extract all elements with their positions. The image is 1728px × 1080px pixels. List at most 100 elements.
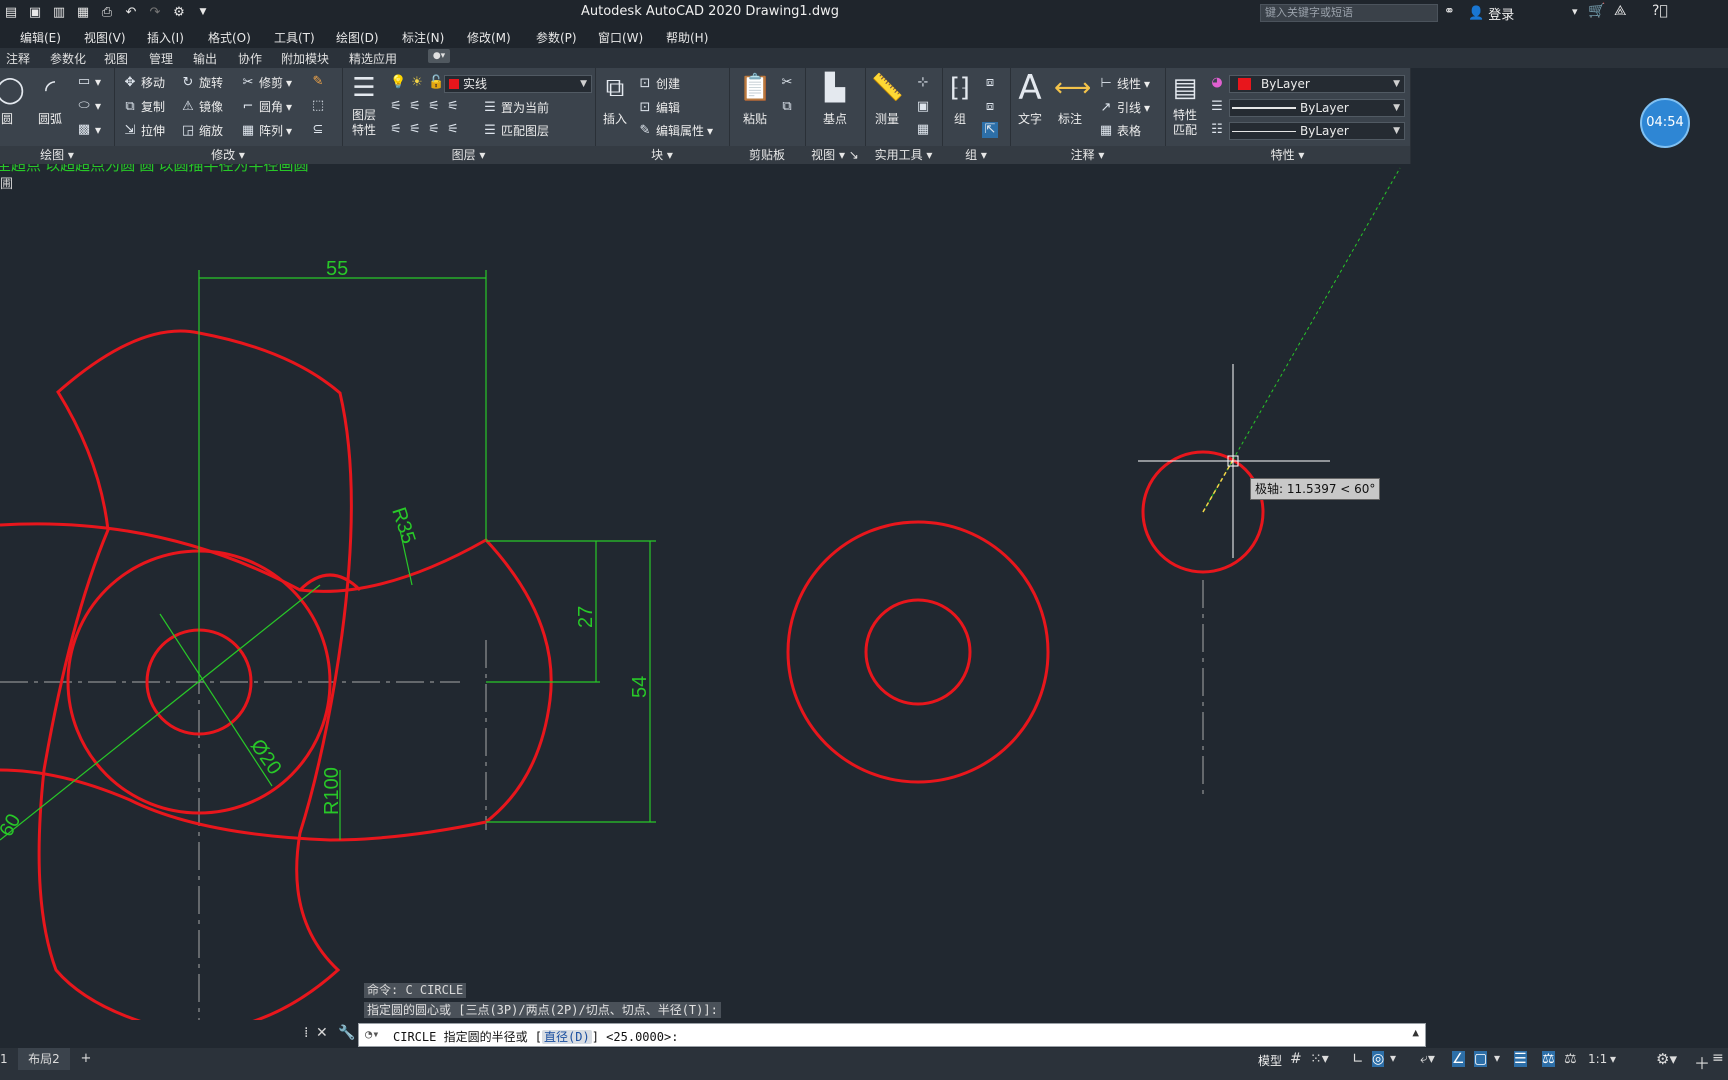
lineweight-display-icon[interactable]: ☰: [1514, 1051, 1527, 1067]
edit-attributes-button[interactable]: ✎ 编辑属性 ▾: [637, 122, 714, 139]
rectangle-icon[interactable]: ▭ ▾: [76, 74, 101, 90]
groups-panel-label[interactable]: 组 ▾: [942, 146, 1010, 164]
paste-label[interactable]: 粘贴: [739, 110, 771, 127]
login-button[interactable]: 👤 登录: [1468, 4, 1514, 23]
tab-view[interactable]: 视图: [104, 50, 128, 67]
object-snap-icon[interactable]: ▢: [1474, 1051, 1488, 1067]
leader-button[interactable]: ↗ 引线 ▾: [1098, 99, 1151, 116]
trim-button[interactable]: ✂ 修剪 ▾: [240, 74, 293, 91]
menu-tools[interactable]: 工具(T): [274, 29, 315, 46]
stretch-button[interactable]: ⇲ 拉伸: [122, 122, 165, 139]
annotation-scale[interactable]: 1:1: [1588, 1052, 1607, 1066]
menu-parameters[interactable]: 参数(P): [536, 29, 577, 46]
dimension-label[interactable]: 标注: [1054, 110, 1086, 127]
group-icon[interactable]: ⁅⁆: [944, 72, 976, 104]
group-edit-icon[interactable]: ⧈: [982, 99, 998, 115]
match-properties-icon[interactable]: ▤: [1169, 72, 1201, 104]
measure-label[interactable]: 测量: [871, 110, 903, 127]
tab-addins[interactable]: 附加模块: [281, 50, 329, 67]
layer-properties-icon[interactable]: ☰: [348, 72, 380, 104]
properties-panel-label[interactable]: 特性 ▾: [1165, 146, 1410, 164]
ungroup-icon[interactable]: ⧈: [982, 75, 998, 91]
annotation-visibility-icon[interactable]: ⚖: [1542, 1051, 1555, 1067]
menu-help[interactable]: 帮助(H): [666, 29, 708, 46]
scale-button[interactable]: ◲ 缩放: [180, 122, 223, 139]
fillet-button[interactable]: ⌐ 圆角 ▾: [240, 98, 293, 115]
diameter-option[interactable]: 直径(D): [542, 1030, 592, 1044]
erase-icon[interactable]: ✎: [310, 74, 326, 90]
create-block-button[interactable]: ⊡ 创建: [637, 75, 680, 92]
linetype-icon[interactable]: ☷: [1209, 122, 1225, 138]
text-icon[interactable]: A: [1014, 71, 1046, 105]
match-properties-label[interactable]: 特性 匹配: [1169, 108, 1201, 138]
edit-block-button[interactable]: ⊡ 编辑: [637, 99, 680, 116]
ellipse-icon[interactable]: ⬭ ▾: [76, 98, 101, 114]
menu-view[interactable]: 视图(V): [84, 29, 126, 46]
group-label[interactable]: 组: [944, 110, 976, 127]
cart-icon[interactable]: 🛒: [1588, 3, 1605, 19]
tab-annotate[interactable]: 注释: [6, 50, 30, 67]
group-select-icon[interactable]: ⇱: [982, 122, 998, 138]
block-panel-label[interactable]: 块 ▾: [595, 146, 729, 164]
customize-wrench-icon[interactable]: 🔧: [338, 1025, 355, 1041]
menu-format[interactable]: 格式(O): [208, 29, 251, 46]
array-button[interactable]: ▦ 阵列 ▾: [240, 122, 292, 139]
grid-icon[interactable]: #: [1290, 1051, 1302, 1067]
text-label[interactable]: 文字: [1014, 110, 1046, 127]
login-dropdown-icon[interactable]: ▾: [1572, 5, 1578, 18]
help-icon[interactable]: ?⃝: [1652, 3, 1668, 19]
explode-icon[interactable]: ⬚: [310, 98, 326, 114]
lineweight-dropdown[interactable]: ByLayer ▼: [1229, 99, 1405, 117]
recent-commands-icon[interactable]: ◔▾: [365, 1027, 379, 1041]
clipboard-panel-label[interactable]: 剪贴板: [729, 146, 805, 164]
hatch-icon[interactable]: ▩ ▾: [76, 122, 101, 138]
select-all-icon[interactable]: ▣: [915, 99, 931, 115]
object-snap-tracking-icon[interactable]: ∠: [1452, 1051, 1465, 1067]
osnap-dropdown-icon[interactable]: ▾: [1494, 1051, 1500, 1065]
layers-panel-label[interactable]: 图层 ▾: [342, 146, 595, 164]
tab-parametric[interactable]: 参数化: [50, 50, 86, 67]
scale-dropdown-icon[interactable]: ▾: [1610, 1052, 1616, 1066]
arc-icon[interactable]: ◜: [34, 74, 66, 106]
match-layer-button[interactable]: ☰ 匹配图层: [482, 122, 549, 139]
utilities-panel-label[interactable]: 实用工具 ▾: [865, 146, 942, 164]
rotate-button[interactable]: ↻ 旋转: [180, 74, 223, 91]
menu-insert[interactable]: 插入(I): [147, 29, 184, 46]
tab-options-icon[interactable]: ●▾: [428, 49, 450, 63]
color-dropdown[interactable]: ByLayer ▼: [1229, 75, 1405, 93]
menu-modify[interactable]: 修改(M): [467, 29, 511, 46]
copy-button[interactable]: ⧉ 复制: [122, 98, 165, 115]
lineweight-icon[interactable]: ☰: [1209, 99, 1225, 115]
move-button[interactable]: ✥ 移动: [122, 74, 165, 91]
layout-tab-2[interactable]: 布局2: [18, 1048, 70, 1070]
polar-tracking-icon[interactable]: ◎: [1372, 1051, 1385, 1067]
basepoint-icon[interactable]: ▙: [819, 72, 851, 104]
menu-edit[interactable]: 编辑(E): [20, 29, 61, 46]
measure-icon[interactable]: 📏: [871, 72, 903, 104]
layer-tools-row2[interactable]: ⚟ ⚟ ⚟ ⚟: [388, 122, 461, 138]
workspace-gear-icon[interactable]: ⚙▾: [1656, 1050, 1677, 1068]
menu-draw[interactable]: 绘图(D): [336, 29, 379, 46]
insert-block-icon[interactable]: ⧉: [599, 72, 631, 104]
menu-window[interactable]: 窗口(W): [598, 29, 643, 46]
table-button[interactable]: ▦ 表格: [1098, 122, 1141, 139]
isodraft-icon[interactable]: ⤶▾: [1420, 1051, 1435, 1067]
tab-collaborate[interactable]: 协作: [238, 50, 262, 67]
tab-manage[interactable]: 管理: [149, 50, 173, 67]
cut-icon[interactable]: ✂: [779, 75, 795, 91]
linear-button[interactable]: ⊢ 线性 ▾: [1098, 75, 1150, 92]
tab-featured-apps[interactable]: 精选应用: [349, 50, 397, 67]
copy-clip-icon[interactable]: ⧉: [779, 99, 795, 115]
ortho-icon[interactable]: ∟: [1352, 1051, 1364, 1067]
mirror-button[interactable]: ⚠ 镜像: [180, 98, 223, 115]
tab-output[interactable]: 输出: [193, 50, 217, 67]
annotation-scale-auto-icon[interactable]: ⚖: [1564, 1051, 1577, 1067]
drawing-canvas[interactable]: 至超点 以超超点为圆 圆 以圆描半径为半径画圆 圃 55 R35 27 54 Ø…: [0, 164, 1728, 1020]
arc-label[interactable]: 圆弧: [34, 110, 66, 127]
layer-properties-label[interactable]: 图层 特性: [346, 108, 382, 138]
dimension-icon[interactable]: ⟷: [1054, 72, 1091, 104]
a360-icon[interactable]: ⟁: [1614, 3, 1627, 19]
set-current-button[interactable]: ☰ 置为当前: [482, 99, 549, 116]
model-space-button[interactable]: 模型: [1258, 1052, 1282, 1069]
snap-icon[interactable]: ⁙▾: [1310, 1051, 1329, 1067]
